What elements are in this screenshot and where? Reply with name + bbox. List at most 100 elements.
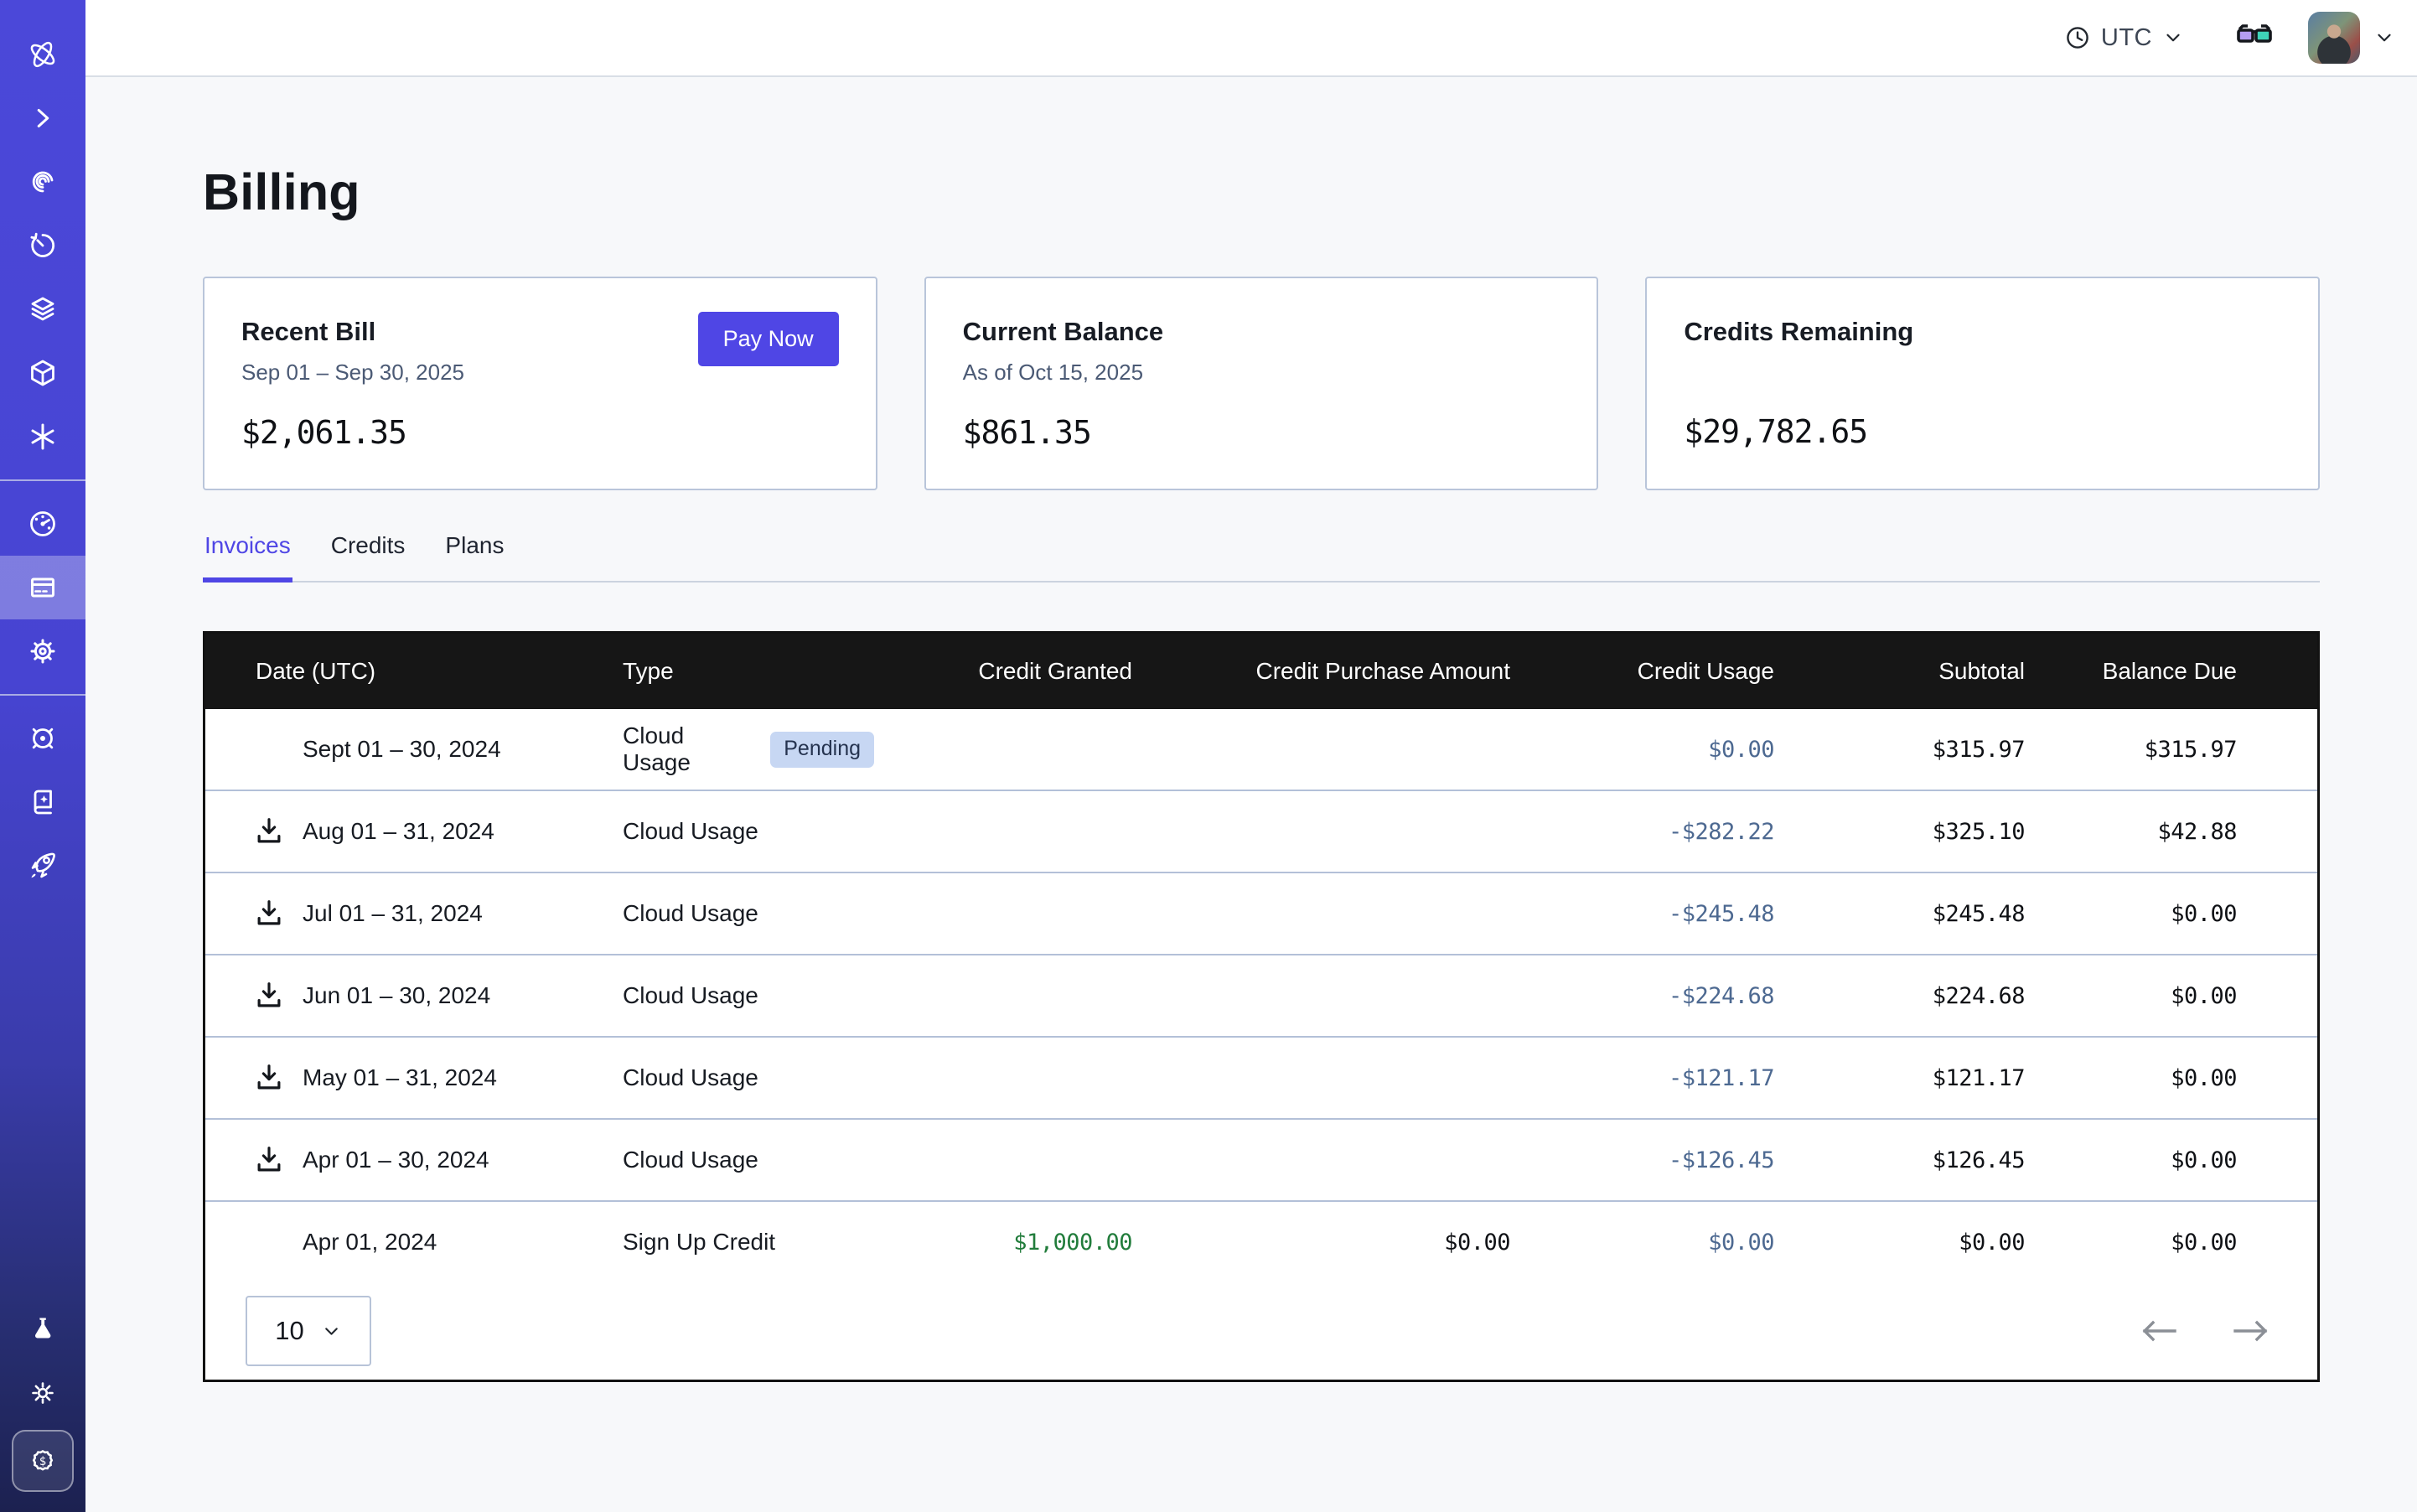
sidebar-item-theme[interactable] [12, 1361, 74, 1425]
sidebar-item-launch[interactable] [0, 834, 85, 898]
invoice-type: Cloud Usage [623, 900, 758, 927]
chevron-down-icon [2373, 27, 2395, 49]
subtotal-value: $0.00 [1774, 1201, 2025, 1282]
credit-granted-value [874, 709, 1132, 790]
tab-credits[interactable]: Credits [329, 532, 407, 583]
layers-icon [26, 293, 60, 326]
tab-invoices[interactable]: Invoices [203, 532, 292, 583]
credit-granted-value [874, 1037, 1132, 1119]
subtotal-value: $224.68 [1774, 955, 2025, 1037]
invoice-date: Sept 01 – 30, 2024 [303, 736, 501, 763]
helm-icon [26, 722, 60, 755]
col-balance-due: Balance Due [2025, 634, 2317, 709]
chevron-down-icon [321, 1321, 342, 1342]
sidebar-item-labs[interactable] [12, 1297, 74, 1361]
sidebar-item-docs[interactable] [0, 770, 85, 834]
invoice-type: Cloud Usage [623, 1064, 758, 1091]
download-invoice-button[interactable] [252, 1142, 286, 1178]
billing-card-icon [26, 571, 60, 604]
docs-book-icon [26, 785, 60, 819]
arrow-right-icon [2232, 1316, 2270, 1346]
download-invoice-button[interactable] [252, 895, 286, 932]
dollar-badge-button[interactable]: $ [12, 1430, 74, 1492]
flask-icon [26, 1313, 60, 1346]
download-icon [253, 980, 285, 1012]
arrow-left-icon [2140, 1316, 2178, 1346]
sidebar-item-asterisk[interactable] [0, 405, 85, 469]
next-page-button[interactable] [2232, 1316, 2270, 1346]
download-invoice-button[interactable] [252, 1059, 286, 1096]
invoice-type: Cloud Usage [623, 818, 758, 845]
invoice-date: May 01 – 31, 2024 [303, 1064, 497, 1091]
sidebar-item-logo[interactable] [0, 23, 85, 86]
credit-purchase-amount-value [1132, 955, 1510, 1037]
table-row: Jun 01 – 30, 2024 Cloud Usage -$224.68 $… [205, 955, 2317, 1037]
cube-icon [26, 356, 60, 390]
credit-usage-value: -$224.68 [1510, 955, 1774, 1037]
sidebar-item-credits-button[interactable]: $ [12, 1425, 74, 1497]
invoice-type: Sign Up Credit [623, 1229, 775, 1256]
sidebar-item-history[interactable] [0, 214, 85, 277]
page-size-select[interactable]: 10 [246, 1296, 371, 1366]
sidebar-item-usage[interactable] [0, 492, 85, 556]
credit-usage-value: -$126.45 [1510, 1119, 1774, 1201]
sidebar-item-settings[interactable] [0, 619, 85, 683]
spiral-icon [26, 165, 60, 199]
balance-due-value: $42.88 [2025, 790, 2317, 873]
invoice-date: Apr 01, 2024 [303, 1229, 437, 1256]
sidebar-item-cube[interactable] [0, 341, 85, 405]
current-balance-amount: $861.35 [963, 414, 1560, 451]
sidebar-item-billing[interactable] [0, 556, 85, 619]
table-row: Apr 01 – 30, 2024 Cloud Usage -$126.45 $… [205, 1119, 2317, 1201]
gauge-icon [26, 507, 60, 541]
previous-page-button[interactable] [2140, 1316, 2178, 1346]
clock-icon [2064, 24, 2091, 51]
card-subtitle: As of Oct 15, 2025 [963, 360, 1560, 386]
subtotal-value: $121.17 [1774, 1037, 2025, 1119]
topbar: UTC [85, 0, 2417, 77]
sun-icon [26, 1376, 60, 1410]
credit-granted-value [874, 955, 1132, 1037]
balance-due-value: $315.97 [2025, 709, 2317, 790]
invoice-date: Apr 01 – 30, 2024 [303, 1147, 489, 1173]
sidebar-item-layers[interactable] [0, 277, 85, 341]
asterisk-icon [26, 420, 60, 453]
invoice-table-body: Sept 01 – 30, 2024 Cloud Usage Pending $… [205, 709, 2317, 1282]
reader-mode-button[interactable] [2236, 23, 2273, 53]
sidebar-item-expand[interactable] [0, 86, 85, 150]
recent-bill-card: Recent Bill Sep 01 – Sep 30, 2025 $2,061… [203, 277, 877, 490]
col-credit-purchase-amount: Credit Purchase Amount [1132, 634, 1510, 709]
chevron-down-icon [2162, 27, 2184, 49]
page-size-value: 10 [275, 1316, 303, 1346]
table-header-row: Date (UTC) Type Credit Granted Credit Pu… [205, 634, 2317, 709]
svg-text:$: $ [39, 1455, 46, 1468]
chevron-right-icon [27, 102, 59, 134]
gear-icon [26, 634, 60, 668]
credits-remaining-card: Credits Remaining $29,782.65 [1645, 277, 2320, 490]
user-menu[interactable] [2308, 12, 2395, 64]
pay-now-button[interactable]: Pay Now [698, 312, 839, 366]
col-date: Date (UTC) [205, 634, 623, 709]
download-invoice-button[interactable] [252, 813, 286, 850]
user-avatar[interactable] [2308, 12, 2360, 64]
sidebar-item-observe[interactable] [0, 150, 85, 214]
history-timer-icon [26, 229, 60, 262]
summary-cards: Recent Bill Sep 01 – Sep 30, 2025 $2,061… [203, 277, 2320, 490]
download-invoice-button[interactable] [252, 977, 286, 1014]
status-badge: Pending [770, 732, 874, 768]
credit-purchase-amount-value [1132, 1037, 1510, 1119]
card-title: Current Balance [963, 317, 1560, 347]
credit-usage-value: $0.00 [1510, 1201, 1774, 1282]
subtotal-value: $126.45 [1774, 1119, 2025, 1201]
sidebar-item-helm[interactable] [0, 707, 85, 770]
credits-remaining-amount: $29,782.65 [1684, 413, 2281, 450]
table-row: Aug 01 – 31, 2024 Cloud Usage -$282.22 $… [205, 790, 2317, 873]
table-row: May 01 – 31, 2024 Cloud Usage -$121.17 $… [205, 1037, 2317, 1119]
credit-granted-value [874, 1119, 1132, 1201]
col-credit-usage: Credit Usage [1510, 634, 1774, 709]
tab-plans[interactable]: Plans [443, 532, 505, 583]
pager-controls [2140, 1316, 2270, 1346]
pagination: 10 [205, 1282, 2317, 1380]
timezone-selector[interactable]: UTC [2064, 24, 2184, 52]
col-subtotal: Subtotal [1774, 634, 2025, 709]
